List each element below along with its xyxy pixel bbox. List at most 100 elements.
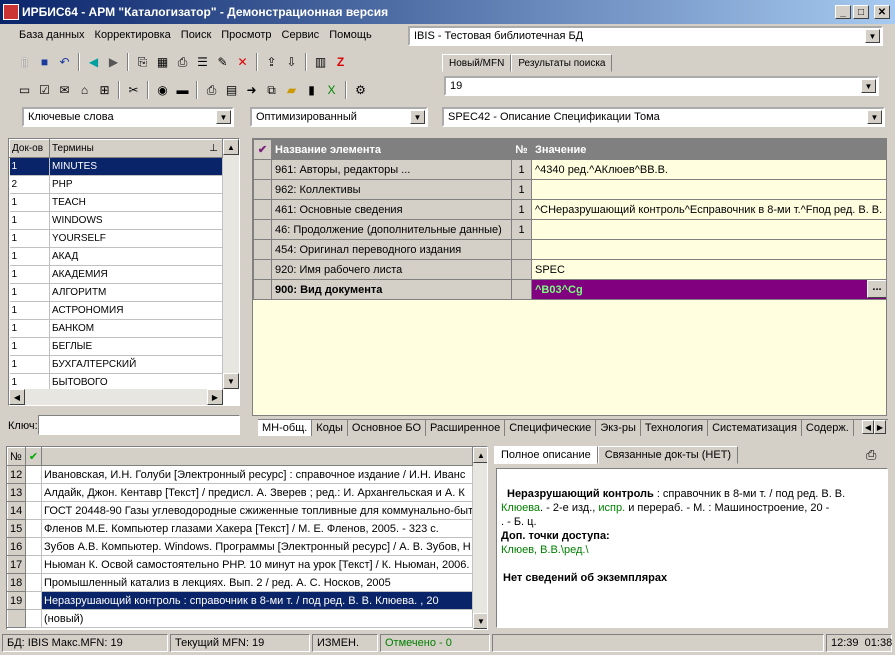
import-icon[interactable]: ⇪	[263, 54, 280, 71]
close-button[interactable]: ✕	[874, 5, 890, 19]
menu-search[interactable]: Поиск	[176, 29, 216, 41]
worksheet-select[interactable]: SPEC42 - Описание Спецификации Тома ▼	[442, 107, 885, 127]
undo-icon[interactable]: ↶	[56, 54, 73, 71]
term-row[interactable]: 1 MINUTES	[9, 157, 223, 176]
maximize-button[interactable]: □	[853, 5, 869, 19]
scroll-down-button[interactable]: ▼	[223, 373, 239, 389]
scroll-left-button[interactable]: ◀	[9, 389, 25, 405]
chevron-down-icon[interactable]: ▼	[861, 79, 876, 93]
export-icon[interactable]: ⇩	[283, 54, 300, 71]
terms-list[interactable]: Док-ов Термины ⊥ 1 MINUTES 2 PHP 1 TEACH 1 WINDOW…	[8, 138, 240, 406]
chevron-down-icon[interactable]: ▼	[410, 110, 425, 124]
key-input[interactable]	[38, 415, 240, 435]
field-row[interactable]: 461: Основные сведения 1 ^CНеразрушающий к…	[253, 199, 886, 220]
print2-icon[interactable]: ⎙	[203, 82, 220, 99]
field-value[interactable]: ^4340 ред.^AКлюев^BВ.В.	[531, 159, 886, 180]
open-folder-icon[interactable]: ▰	[283, 82, 300, 99]
worksheet-tab[interactable]: Систематизация	[708, 420, 802, 436]
save-icon[interactable]: ■	[36, 54, 53, 71]
worksheet-tab[interactable]: Содерж.	[801, 420, 854, 436]
field-value[interactable]	[531, 239, 886, 260]
menu-database[interactable]: База данных	[14, 29, 90, 41]
worksheet-tab[interactable]: Основное БО	[347, 420, 427, 436]
docs-vscrollbar[interactable]: ▲ ▼	[473, 447, 487, 629]
worksheet-tab[interactable]: Специфические	[505, 420, 597, 436]
field-row[interactable]: 920: Имя рабочего листа SPEC	[253, 259, 886, 280]
document-row[interactable]: 18 Промышленный катализ в лекциях. Вып. 2…	[7, 573, 473, 592]
back-icon[interactable]: ◀	[85, 54, 102, 71]
tools-icon[interactable]: ✂	[125, 82, 142, 99]
excel-icon[interactable]: X	[323, 82, 340, 99]
pin-icon[interactable]: ⊥	[209, 143, 222, 154]
pages-icon[interactable]: ⧉	[263, 82, 280, 99]
worksheet-tab[interactable]: МН-общ.	[258, 420, 313, 436]
doc-mark[interactable]	[25, 573, 42, 592]
chart-icon[interactable]: ▮	[303, 82, 320, 99]
worksheet-tab[interactable]: Коды	[312, 420, 348, 436]
document-row[interactable]: 12 Ивановская, И.Н. Голуби [Электронный р…	[7, 465, 473, 484]
mode-select[interactable]: Оптимизированный ▼	[250, 107, 428, 127]
document-row[interactable]: 14 ГОСТ 20448-90 Газы углеводородные сжиж…	[7, 501, 473, 520]
field-row[interactable]: 454: Оригинал переводного издания	[253, 239, 886, 260]
desc-link-author[interactable]: Клюева	[501, 502, 540, 514]
scroll-up-button[interactable]: ▲	[473, 447, 487, 463]
term-row[interactable]: 1 БАНКОМ	[9, 319, 223, 338]
doc-mark[interactable]	[25, 483, 42, 502]
term-row[interactable]: 1 АСТРОНОМИЯ	[9, 301, 223, 320]
scroll-down-button[interactable]: ▼	[473, 613, 487, 629]
chevron-down-icon[interactable]: ▼	[865, 29, 880, 43]
doc-mark[interactable]	[25, 537, 42, 556]
desc-link-abbr[interactable]: испр.	[598, 502, 625, 514]
term-row[interactable]: 1 БЕГЛЫЕ	[9, 337, 223, 356]
edit-icon[interactable]: ✎	[214, 54, 231, 71]
desc-access-point[interactable]: Клюев, В.В.\ред.\	[501, 543, 883, 557]
field-value[interactable]: SPEC	[531, 259, 886, 280]
comment-icon[interactable]: ▭	[16, 82, 33, 99]
print-icon[interactable]: ⎙	[174, 54, 191, 71]
term-row[interactable]: 1 АЛГОРИТМ	[9, 283, 223, 302]
tab-linked-docs[interactable]: Связанные док-ты (НЕТ)	[597, 446, 739, 464]
chevron-down-icon[interactable]: ▼	[216, 110, 231, 124]
field-edit-button[interactable]: ...	[867, 280, 886, 298]
documents-list[interactable]: № ✔ 12 Ивановская, И.Н. Голуби [Электронны…	[6, 446, 488, 630]
tab-scroll-left-icon[interactable]: ◀	[862, 420, 874, 434]
document-row[interactable]: 19 Неразрушающий контроль : справочник в …	[7, 591, 473, 610]
menu-view[interactable]: Просмотр	[216, 29, 276, 41]
field-row[interactable]: 46: Продолжение (дополнительные данные) 1	[253, 219, 886, 240]
print-icon[interactable]: ⎙	[866, 447, 876, 463]
mail-icon[interactable]: ✉	[56, 82, 73, 99]
document-row[interactable]: 17 Ньюман К. Освой самостоятельно PHP. 10…	[7, 555, 473, 574]
worksheet-tab[interactable]: Расширенное	[426, 420, 506, 436]
term-row[interactable]: 1 АКАД	[9, 247, 223, 266]
worksheet-tab[interactable]: Технология	[640, 420, 709, 436]
menu-help[interactable]: Помощь	[324, 29, 377, 41]
search-type-select[interactable]: Ключевые слова ▼	[22, 107, 234, 127]
term-row[interactable]: 2 PHP	[9, 175, 223, 194]
field-value[interactable]: ^B03^Cg...	[531, 279, 886, 300]
doc-mark[interactable]	[25, 465, 42, 484]
document-row[interactable]: (новый)	[7, 609, 473, 628]
terms-header-count[interactable]: Док-ов	[9, 139, 50, 158]
term-row[interactable]: 1 WINDOWS	[9, 211, 223, 230]
view-icon[interactable]: ◉	[154, 82, 171, 99]
database-select[interactable]: IBIS - Тестовая библиотечная БД ▼	[408, 26, 883, 46]
terms-header-term[interactable]: Термины ⊥	[49, 139, 223, 158]
tag-icon[interactable]: ⌂	[76, 82, 93, 99]
menu-edit[interactable]: Корректировка	[90, 29, 176, 41]
tab-new-mfn[interactable]: Новый/MFN	[442, 54, 512, 72]
mfn-input[interactable]: 19 ▼	[444, 76, 879, 96]
term-row[interactable]: 1 TEACH	[9, 193, 223, 212]
field-row[interactable]: 961: Авторы, редакторы ... 1 ^4340 ред.^AК…	[253, 159, 886, 180]
new-doc-icon[interactable]: ▯	[16, 54, 33, 71]
terms-vscrollbar[interactable]: ▲ ▼	[223, 139, 239, 389]
doc-mark[interactable]	[25, 519, 42, 538]
checkmark-icon[interactable]: ✔	[253, 139, 272, 160]
tree-icon[interactable]: ⊞	[96, 82, 113, 99]
field-value[interactable]	[531, 219, 886, 240]
document-row[interactable]: 13 Алдайк, Джон. Кентавр [Текст] / предис…	[7, 483, 473, 502]
field-row[interactable]: 962: Коллективы 1	[253, 179, 886, 200]
z3950-icon[interactable]: Z	[332, 54, 349, 71]
folder-icon[interactable]: ▬	[174, 82, 191, 99]
field-row[interactable]: 900: Вид документа ^B03^Cg...	[253, 279, 886, 300]
doc-mark[interactable]	[25, 591, 42, 610]
